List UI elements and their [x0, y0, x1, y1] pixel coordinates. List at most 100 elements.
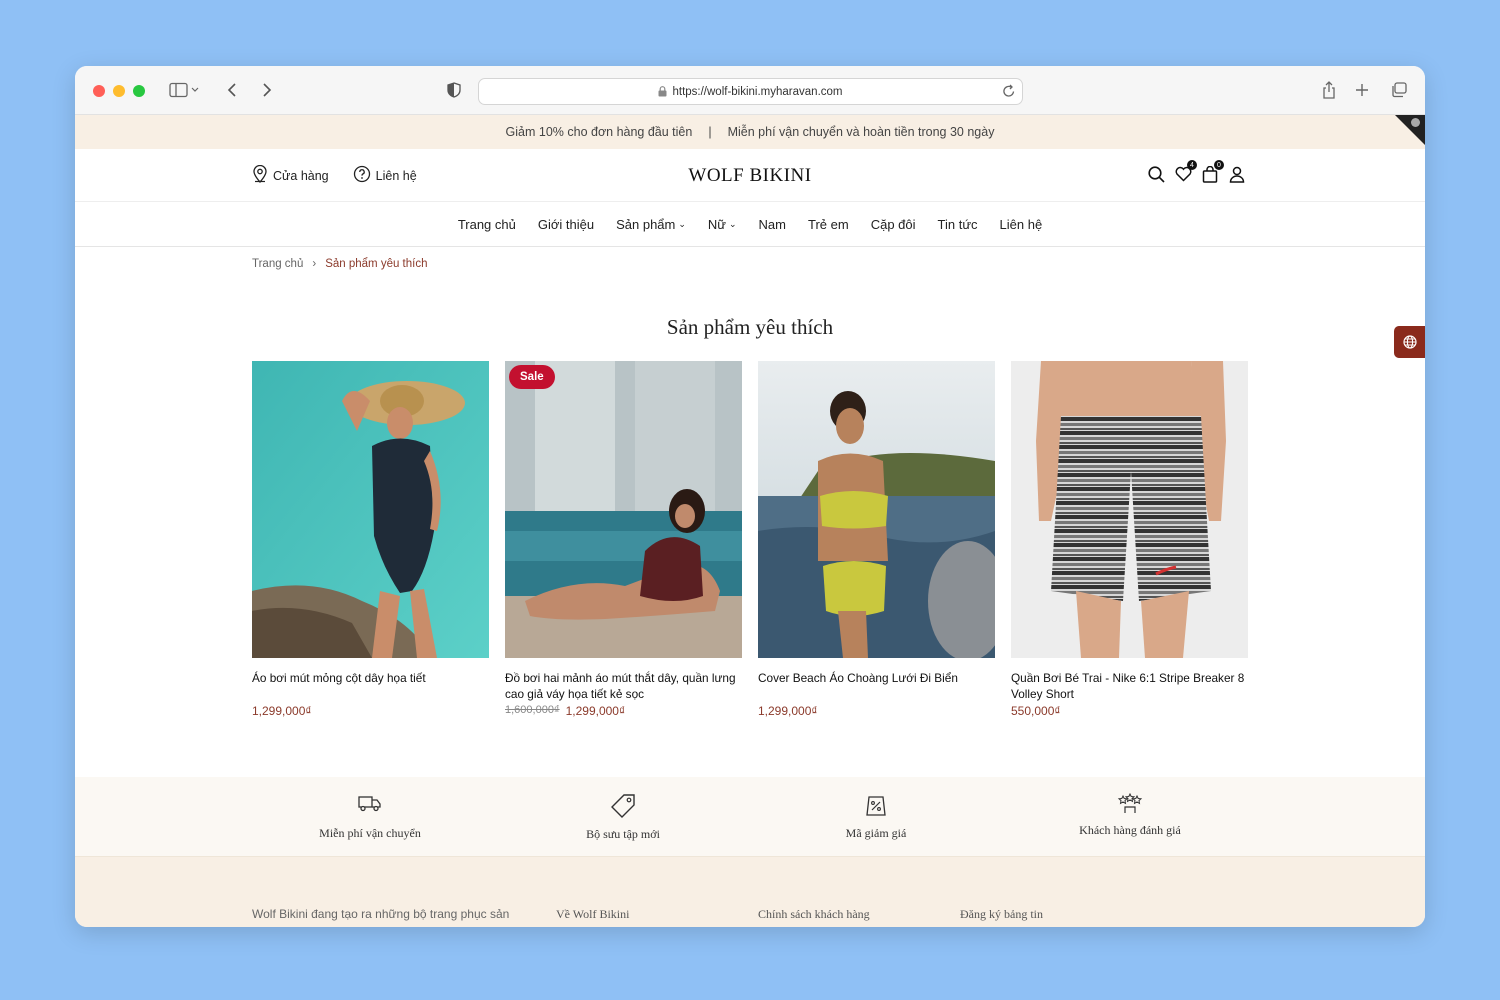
footer-heading-newsletter: Đăng ký bảng tin	[960, 907, 1043, 921]
nav-contact[interactable]: Liên hệ	[1000, 217, 1043, 232]
feature-label: Miễn phí vận chuyển	[319, 826, 421, 840]
wishlist-button[interactable]: 4	[1174, 160, 1197, 184]
product-name[interactable]: Đồ bơi hai mảnh áo mút thắt dây, quần lư…	[505, 670, 742, 702]
site-footer: Wolf Bikini đang tạo ra những bộ trang p…	[75, 857, 1425, 927]
search-button[interactable]	[1147, 164, 1165, 184]
footer-heading-about: Về Wolf Bikini	[556, 907, 630, 921]
nav-home[interactable]: Trang chủ	[458, 217, 516, 232]
announcement-bar: Giảm 10% cho đơn hàng đầu tiên | Miễn ph…	[75, 115, 1425, 149]
language-button[interactable]	[1394, 326, 1425, 358]
address-bar[interactable]: https://wolf-bikini.myharavan.com	[478, 78, 1023, 105]
corner-ribbon[interactable]	[1395, 115, 1425, 145]
breadcrumb-separator-icon: ›	[312, 258, 317, 270]
close-window-button[interactable]	[93, 85, 105, 97]
feature-new-collection: Bộ sưu tập mới	[523, 793, 723, 842]
nav-women-label: Nữ	[707, 216, 726, 232]
new-tab-icon[interactable]	[1352, 79, 1372, 101]
product-grid: Áo bơi mút mỏng cột dây họa tiết 1,299,0…	[252, 361, 1248, 718]
url-text: https://wolf-bikini.myharavan.com	[672, 85, 843, 98]
product-name[interactable]: Quần Bơi Bé Trai - Nike 6:1 Stripe Break…	[1011, 670, 1248, 702]
nav-contact-label: Liên hệ	[999, 216, 1043, 232]
announcement-shipping: Miễn phí vận chuyển và hoàn tiền trong 3…	[727, 125, 995, 139]
tab-overview-icon[interactable]	[1388, 79, 1410, 101]
product-price: 1,299,000₫	[565, 704, 626, 718]
product-price: 550,000₫	[1011, 704, 1061, 718]
page-title: Sản phẩm yêu thích	[666, 315, 834, 339]
product-prices: 550,000₫	[1011, 704, 1248, 718]
globe-icon	[1402, 335, 1417, 349]
sidebar-toggle-icon[interactable]	[167, 79, 203, 101]
nav-women[interactable]: Nữ ⌄	[708, 217, 737, 232]
truck-icon	[358, 796, 381, 812]
user-icon	[1229, 166, 1245, 183]
nav-kids[interactable]: Trẻ em	[808, 217, 849, 232]
browser-window: https://wolf-bikini.myharavan.com Giảm 1…	[75, 66, 1425, 927]
main-nav: Trang chủ Giới thiệu Sản phẩm ⌄ Nữ ⌄ Nam T…	[75, 202, 1425, 247]
breadcrumb-home[interactable]: Trang chủ	[252, 258, 303, 270]
search-icon	[1147, 165, 1165, 183]
product-name[interactable]: Cover Beach Áo Choàng Lưới Đi Biển	[758, 670, 995, 702]
share-icon[interactable]	[1319, 79, 1339, 101]
nav-about-label: Giới thiệu	[537, 216, 595, 232]
footer-about-text: Wolf Bikini đang tạo ra những bộ trang p…	[252, 907, 510, 921]
tag-icon	[611, 794, 635, 818]
window-controls	[93, 85, 145, 97]
feature-free-shipping: Miễn phí vận chuyển	[270, 793, 470, 841]
breadcrumb-current: Sản phẩm yêu thích	[325, 258, 428, 270]
product-card[interactable]: Áo bơi mút mỏng cột dây họa tiết 1,299,0…	[252, 361, 489, 718]
minimize-window-button[interactable]	[113, 85, 125, 97]
announcement-discount: Giảm 10% cho đơn hàng đầu tiên	[505, 125, 693, 139]
product-prices: 1,600,000₫ 1,299,000₫	[505, 704, 742, 718]
forward-icon[interactable]	[259, 79, 275, 101]
nav-about[interactable]: Giới thiệu	[538, 217, 594, 232]
product-price: 1,299,000₫	[252, 704, 312, 718]
product-image[interactable]: Sale	[505, 361, 742, 658]
product-image[interactable]	[1011, 361, 1248, 658]
feature-label: Bộ sưu tập mới	[586, 827, 660, 841]
feature-customer-reviews: Khách hàng đánh giá	[1030, 792, 1230, 838]
product-card[interactable]: Cover Beach Áo Choàng Lưới Đi Biển 1,299…	[758, 361, 995, 718]
feature-label: Mã giảm giá	[845, 826, 907, 840]
nav-home-label: Trang chủ	[457, 216, 516, 232]
product-card[interactable]: Sale Đồ bơi hai mảnh áo mút thắt dây, qu…	[505, 361, 742, 718]
shield-icon[interactable]	[446, 79, 462, 101]
product-name[interactable]: Áo bơi mút mỏng cột dây họa tiết	[252, 670, 489, 702]
nav-men-label: Nam	[758, 216, 786, 232]
account-button[interactable]	[1228, 164, 1246, 184]
nav-couples-label: Cặp đôi	[870, 216, 916, 232]
breadcrumb: Trang chủ › Sản phẩm yêu thích	[252, 258, 428, 270]
lock-icon	[658, 86, 667, 97]
cart-count-badge: 0	[1214, 160, 1224, 170]
product-card[interactable]: Quần Bơi Bé Trai - Nike 6:1 Stripe Break…	[1011, 361, 1248, 718]
settings-icon[interactable]	[1411, 118, 1420, 127]
nav-couples[interactable]: Cặp đôi	[871, 217, 916, 232]
feature-label: Khách hàng đánh giá	[1079, 823, 1181, 837]
sale-badge: Sale	[509, 365, 555, 389]
announcement-separator: |	[708, 125, 712, 139]
nav-products-label: Sản phẩm	[616, 216, 676, 232]
feature-discount-code: Mã giảm giá	[776, 793, 976, 841]
footer-heading-policy: Chính sách khách hàng	[758, 907, 870, 921]
stars-icon	[1117, 792, 1143, 813]
nav-products[interactable]: Sản phẩm ⌄	[616, 217, 686, 232]
cart-button[interactable]: 0	[1201, 160, 1224, 184]
product-prices: 1,299,000₫	[252, 704, 489, 718]
product-old-price: 1,600,000₫	[505, 704, 560, 716]
wishlist-count-badge: 4	[1187, 160, 1197, 170]
reload-icon[interactable]	[1002, 83, 1016, 102]
product-image[interactable]	[758, 361, 995, 658]
chevron-down-icon: ⌄	[678, 218, 686, 229]
product-image[interactable]	[252, 361, 489, 658]
back-icon[interactable]	[224, 79, 240, 101]
discount-icon	[866, 796, 886, 816]
zoom-window-button[interactable]	[133, 85, 145, 97]
nav-news[interactable]: Tin tức	[938, 217, 978, 232]
site-header: Cửa hàng Liên hệ WOLF BIKINI 4 0	[75, 149, 1425, 202]
product-prices: 1,299,000₫	[758, 704, 995, 718]
nav-news-label: Tin tức	[937, 216, 978, 232]
browser-toolbar: https://wolf-bikini.myharavan.com	[75, 66, 1425, 115]
chevron-down-icon: ⌄	[729, 218, 737, 229]
nav-men[interactable]: Nam	[759, 217, 786, 232]
nav-kids-label: Trẻ em	[808, 216, 849, 232]
features-bar: Miễn phí vận chuyển Bộ sưu tập mới Mã gi…	[75, 777, 1425, 857]
